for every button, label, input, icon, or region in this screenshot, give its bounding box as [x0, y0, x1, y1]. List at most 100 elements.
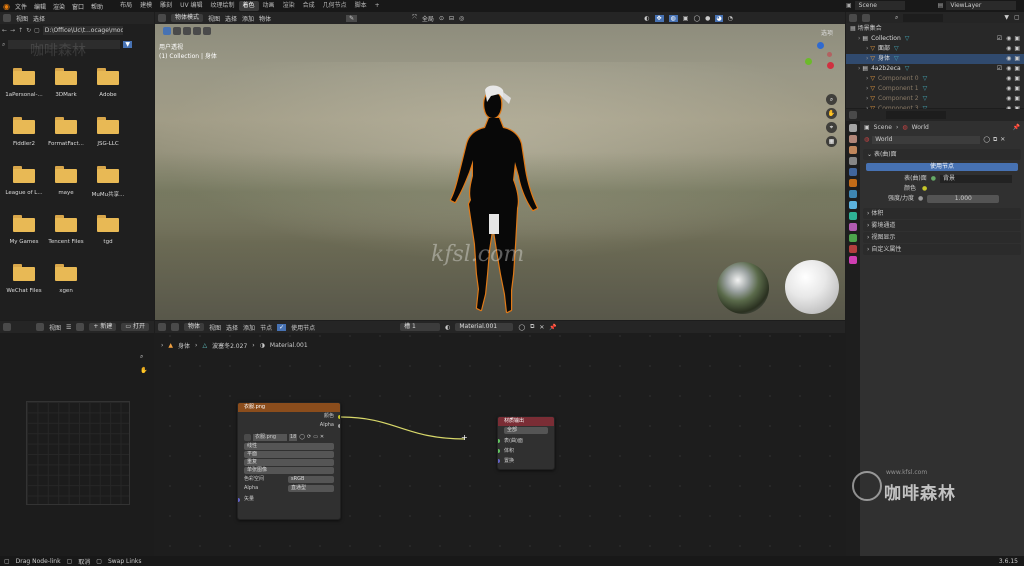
- file-item[interactable]: My Games: [2, 215, 46, 245]
- file-item[interactable]: WeChat Files: [2, 264, 46, 294]
- properties-type-icon[interactable]: [849, 111, 857, 119]
- alpha-mode-dropdown[interactable]: 直通型: [288, 485, 334, 492]
- eyedropper-icon[interactable]: ✎: [346, 14, 358, 22]
- image-node-title[interactable]: 衣服.png: [238, 403, 340, 412]
- top-menu-item[interactable]: 渲染: [53, 2, 65, 11]
- tool-select-subtract-icon[interactable]: [193, 27, 201, 35]
- collapsed-panel[interactable]: › 视图显示: [863, 232, 1021, 243]
- expand-arrow-icon[interactable]: ›: [858, 35, 860, 42]
- exclude-checkbox-icon[interactable]: ☑: [997, 35, 1002, 42]
- workspace-tab[interactable]: 着色: [238, 1, 259, 11]
- workspace-tab[interactable]: 雕刻: [156, 1, 176, 11]
- top-menu-item[interactable]: 窗口: [72, 2, 84, 11]
- outliner-search-input[interactable]: [903, 13, 944, 22]
- shading-wire-icon[interactable]: ◯: [693, 15, 700, 22]
- shader-node-editor[interactable]: 物体 视图 选择 添加 节点 ✓ 使用节点 槽 1 ◐ Material.001…: [155, 321, 845, 556]
- out-color-socket[interactable]: [338, 415, 340, 419]
- workspace-tab[interactable]: 几何节点: [319, 1, 351, 11]
- tool-select-extend-icon[interactable]: [183, 27, 191, 35]
- gizmo-toggle-icon[interactable]: ✥: [654, 14, 664, 22]
- pivot-icon[interactable]: ⊙: [439, 15, 444, 22]
- outliner-display-mode-icon[interactable]: [862, 13, 870, 22]
- outliner-row[interactable]: › ▽ 面部 ▽ ◉ ▣: [846, 44, 1024, 54]
- new-collection-icon[interactable]: ▢: [1014, 14, 1020, 21]
- new-folder-icon[interactable]: ▢: [34, 27, 40, 34]
- shading-material-icon[interactable]: ◕: [715, 14, 723, 22]
- constraints-tab-icon[interactable]: [849, 234, 857, 242]
- output-target-dropdown[interactable]: 全部: [504, 427, 548, 434]
- output-tab-icon[interactable]: [849, 146, 857, 154]
- outliner-filter-icon[interactable]: ▼: [1004, 14, 1009, 21]
- world-browse-icon[interactable]: ◍: [864, 135, 869, 145]
- vp-menu-select[interactable]: 选择: [225, 14, 237, 23]
- world-tab-icon[interactable]: [849, 179, 857, 187]
- output-socket[interactable]: [498, 449, 500, 453]
- editor-type-icon[interactable]: [3, 14, 11, 22]
- visibility-eye-icon[interactable]: ◉: [1006, 55, 1011, 62]
- parent-icon[interactable]: ↑: [18, 27, 23, 34]
- ie-open-button[interactable]: ▭ 打开: [121, 323, 149, 331]
- workspace-tab[interactable]: 布局: [116, 1, 136, 11]
- gizmo-y[interactable]: [805, 58, 812, 65]
- visibility-icon[interactable]: ◐: [644, 15, 649, 22]
- tool-select-icon[interactable]: [163, 27, 171, 35]
- image-name-field[interactable]: 衣服.png: [253, 434, 287, 441]
- view-layer-tab-icon[interactable]: [849, 157, 857, 165]
- top-menu-item[interactable]: 文件: [15, 2, 27, 11]
- outliner-row[interactable]: › ▤ Collection ▽ ☑ ◉ ▣: [846, 34, 1024, 44]
- data-tab-icon[interactable]: [849, 245, 857, 253]
- filter-icon[interactable]: ▼: [123, 41, 132, 48]
- expand-arrow-icon[interactable]: ›: [866, 55, 868, 62]
- out-alpha-socket[interactable]: [338, 424, 340, 428]
- viewport-3d[interactable]: 物体模式 视图 选择 添加 物体 ✎ ⤧ 全局 ⊙ ⊟ ◎ ◐ ✥ ◍ ▣ ◯ …: [155, 12, 845, 320]
- object-tab-icon[interactable]: [849, 190, 857, 198]
- back-icon[interactable]: ←: [2, 27, 7, 34]
- image-editor-type-icon[interactable]: [3, 323, 11, 331]
- surface-shader-field[interactable]: 背景: [940, 175, 1012, 183]
- render-camera-icon[interactable]: ▣: [1014, 95, 1020, 102]
- object-mode-dropdown[interactable]: 物体模式: [171, 14, 204, 22]
- pan-icon[interactable]: ✋: [826, 108, 837, 119]
- collapsed-panel[interactable]: › 体积: [863, 208, 1021, 219]
- navigation-gizmo[interactable]: [801, 36, 841, 80]
- camera-icon[interactable]: ⌖: [826, 122, 837, 133]
- image-canvas-grid[interactable]: [26, 401, 130, 505]
- expand-arrow-icon[interactable]: ›: [866, 45, 868, 52]
- particles-tab-icon[interactable]: [849, 212, 857, 220]
- workspace-tab[interactable]: +: [371, 1, 384, 11]
- character-model[interactable]: [425, 84, 565, 319]
- outliner-row[interactable]: › ▤ 4a2b2eca ▽ ☑ ◉ ▣: [846, 64, 1024, 74]
- menu-select[interactable]: 选择: [33, 14, 45, 23]
- duplicate-world-icon[interactable]: ⧉: [993, 135, 997, 145]
- tool-select-new-icon[interactable]: [173, 27, 181, 35]
- workspace-tab[interactable]: 渲染: [279, 1, 299, 11]
- workspace-tab[interactable]: 合成: [299, 1, 319, 11]
- output-socket[interactable]: [498, 439, 500, 443]
- workspace-tab[interactable]: 纹理绘制: [207, 1, 239, 11]
- file-item[interactable]: FormatFact...: [44, 117, 88, 147]
- surface-panel-header[interactable]: ⌄ 表(曲)面: [863, 149, 1021, 160]
- unlink-world-icon[interactable]: ✕: [1000, 135, 1005, 145]
- link-color-to-surface[interactable]: [340, 416, 466, 440]
- tool-select-invert-icon[interactable]: [203, 27, 211, 35]
- top-menu-item[interactable]: 帮助: [91, 2, 103, 11]
- forward-icon[interactable]: →: [10, 27, 15, 34]
- open-image-icon[interactable]: ▭: [313, 433, 318, 442]
- file-item[interactable]: League of L...: [2, 166, 46, 196]
- exclude-checkbox-icon[interactable]: ☑: [997, 65, 1002, 72]
- refresh-icon[interactable]: ↻: [26, 27, 31, 34]
- expand-arrow-icon[interactable]: ›: [858, 65, 860, 72]
- output-socket[interactable]: [498, 459, 500, 463]
- gizmo-z[interactable]: [817, 42, 824, 49]
- ie-menu-icon[interactable]: ☰: [66, 324, 71, 331]
- visibility-eye-icon[interactable]: ◉: [1006, 95, 1011, 102]
- ie-menu-view[interactable]: 视图: [49, 323, 61, 332]
- workspace-tab[interactable]: 动画: [259, 1, 279, 11]
- expand-arrow-icon[interactable]: ›: [866, 75, 868, 82]
- colorspace-dropdown[interactable]: sRGB: [288, 476, 334, 483]
- workspace-tab[interactable]: 脚本: [351, 1, 371, 11]
- file-item[interactable]: MuMu共享...: [86, 166, 130, 198]
- workspace-tab[interactable]: 建模: [136, 1, 156, 11]
- material-tab-icon[interactable]: [849, 256, 857, 264]
- path-field[interactable]: D:\Office\Uc\t...ocage\model\: [42, 26, 123, 35]
